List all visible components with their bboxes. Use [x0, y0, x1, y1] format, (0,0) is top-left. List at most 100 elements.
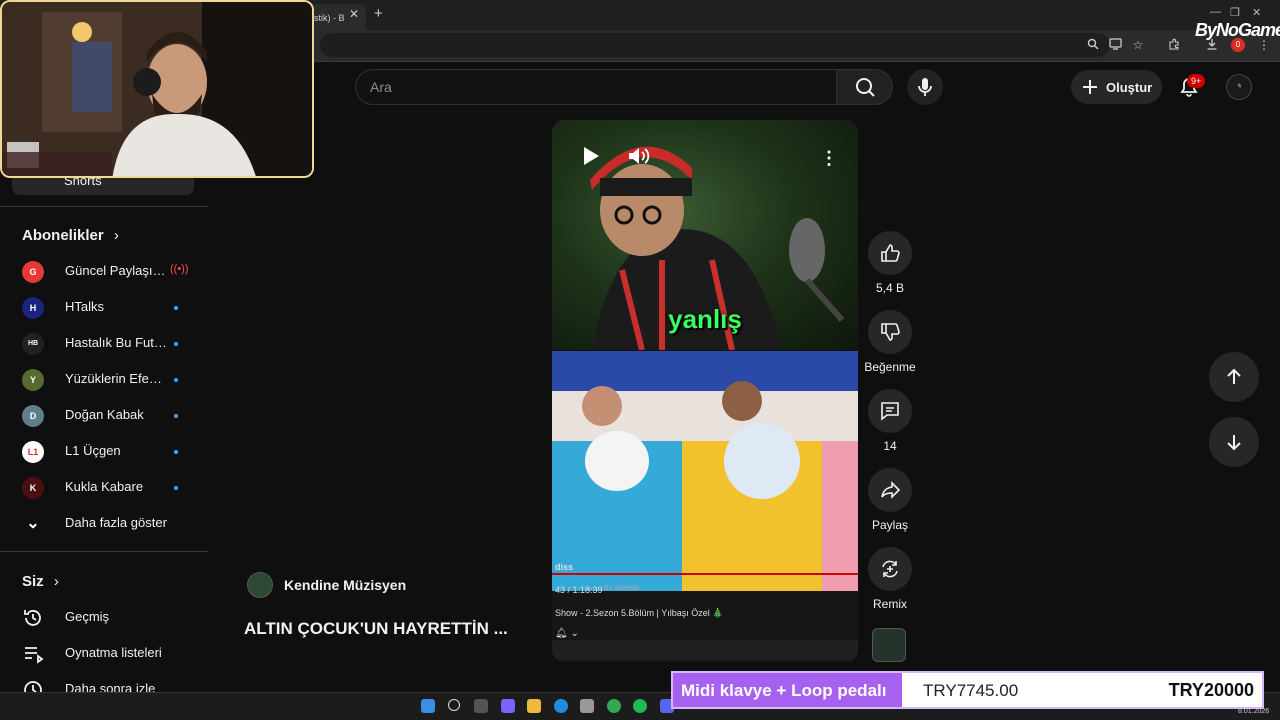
- remix-label: Remix: [872, 597, 907, 611]
- sidebar-item-label: Güncel Paylaşım...: [65, 263, 169, 278]
- embedded-title: Show - 2.Sezon 5.Bölüm | Yılbaşı Özel 🎄: [555, 608, 724, 618]
- maximize-icon[interactable]: ❐: [1230, 6, 1240, 19]
- task-view-icon[interactable]: [474, 699, 488, 713]
- embedded-progress-bar: [552, 573, 858, 575]
- live-icon: ((•)): [170, 263, 189, 275]
- you-heading[interactable]: Siz ›: [22, 573, 59, 590]
- sidebar-item-subscription[interactable]: L1 L1 Üçgen: [0, 433, 208, 469]
- close-tab-icon[interactable]: ✕: [349, 7, 359, 21]
- sidebar-item-subscription[interactable]: HB Hastalık Bu Futbol: [0, 325, 208, 361]
- address-bar[interactable]: [320, 33, 1110, 57]
- streamer-logo: ByNoGame: [1195, 20, 1280, 40]
- copilot-icon[interactable]: [501, 699, 515, 713]
- file-explorer-icon[interactable]: [527, 699, 541, 713]
- channel-avatar: D: [22, 405, 44, 427]
- screen: stik) - B ✕ + — ❐ ✕ ☆ 0 ⋮ ByNoGame Short…: [0, 0, 1280, 720]
- share-button[interactable]: Paylaş: [866, 468, 914, 532]
- show-more-button[interactable]: ⌄ Daha fazla göster: [0, 505, 208, 541]
- like-count: 5,4 B: [875, 281, 905, 295]
- more-options-icon[interactable]: ⋮: [820, 148, 838, 169]
- bookmark-star-icon[interactable]: ☆: [1131, 38, 1145, 52]
- dislike-label: Beğenme: [864, 360, 916, 374]
- edge-icon[interactable]: [554, 699, 568, 713]
- search-input[interactable]: [355, 69, 837, 105]
- sidebar-item-subscription[interactable]: D Doğan Kabak: [0, 397, 208, 433]
- start-icon[interactable]: [421, 699, 435, 713]
- play-icon: [584, 147, 599, 165]
- channel-avatar: HB: [22, 333, 44, 355]
- video-frame-bottom: diss 43 / 1:18:39 Bu videoda Show - 2.Se…: [552, 351, 858, 662]
- create-button[interactable]: Oluştur: [1071, 70, 1162, 104]
- embedded-taskbar: [552, 640, 858, 660]
- sidebar-item-label: Hastalık Bu Futbol: [65, 335, 169, 350]
- store-icon[interactable]: [580, 699, 594, 713]
- comments-button[interactable]: 14: [866, 389, 914, 453]
- search-button[interactable]: [836, 69, 893, 105]
- volume-button[interactable]: [628, 146, 650, 171]
- remix-icon: [882, 560, 898, 578]
- embedded-chip: Bu videoda: [604, 585, 640, 592]
- volume-icon: [629, 148, 650, 164]
- webcam-scene: [2, 2, 312, 176]
- donation-goal-label: Midi klavye + Loop pedalı: [673, 673, 902, 707]
- subscriptions-heading[interactable]: Abonelikler ›: [22, 227, 119, 244]
- new-content-dot: [174, 450, 178, 454]
- play-button[interactable]: [582, 146, 600, 171]
- sidebar-item-history[interactable]: Geçmiş: [0, 599, 208, 635]
- account-avatar[interactable]: ✎: [1226, 74, 1252, 100]
- channel-name[interactable]: Kendine Müzisyen: [284, 577, 406, 593]
- previous-short-button[interactable]: [1209, 352, 1259, 402]
- channel-avatar[interactable]: [247, 572, 273, 598]
- embedded-time: 43 / 1:18:39: [555, 585, 603, 595]
- next-short-button[interactable]: [1209, 417, 1259, 467]
- new-tab-button[interactable]: +: [374, 5, 383, 22]
- comment-count: 14: [883, 439, 897, 453]
- like-button[interactable]: 5,4 B: [866, 231, 914, 295]
- sidebar-item-label: L1 Üçgen: [65, 443, 121, 458]
- notification-count-badge: 9+: [1187, 74, 1206, 88]
- sound-thumbnail[interactable]: [872, 628, 906, 662]
- sidebar-item-label: Yüzüklerin Efend...: [65, 371, 169, 386]
- window-close-icon[interactable]: ✕: [1252, 6, 1261, 19]
- short-video-player[interactable]: yanlış diss 43 / 1:18:39 Bu videoda Show…: [552, 120, 858, 662]
- create-label: Oluştur: [1106, 80, 1153, 95]
- install-app-icon[interactable]: [1108, 38, 1122, 52]
- sidebar-item-label: Oynatma listeleri: [65, 645, 162, 660]
- channel-avatar: H: [22, 297, 44, 319]
- history-icon: [22, 607, 44, 629]
- sidebar-item-playlists[interactable]: Oynatma listeleri: [0, 635, 208, 671]
- embedded-tag: diss: [555, 562, 574, 572]
- new-content-dot: [174, 378, 178, 382]
- channel-avatar: L1: [22, 441, 44, 463]
- chevron-down-icon: ⌄: [26, 515, 40, 532]
- donation-current-amount: TRY7745.00: [923, 681, 1019, 700]
- plus-icon: [1083, 80, 1097, 94]
- remix-button[interactable]: Remix: [866, 547, 914, 611]
- sidebar-item-label: Doğan Kabak: [65, 407, 144, 422]
- zoom-icon[interactable]: [1086, 38, 1100, 52]
- voice-search-button[interactable]: [907, 69, 943, 105]
- short-title[interactable]: ALTIN ÇOCUK'UN HAYRETTİN ...: [244, 619, 508, 639]
- arrow-down-icon: [1227, 435, 1241, 451]
- share-icon: [881, 481, 901, 499]
- tab-title: stik) - B: [314, 13, 345, 23]
- chrome-icon[interactable]: [607, 699, 621, 713]
- playlists-icon: [22, 643, 44, 665]
- sidebar-item-subscription[interactable]: Y Yüzüklerin Efend...: [0, 361, 208, 397]
- extensions-icon[interactable]: [1167, 38, 1181, 52]
- share-label: Paylaş: [871, 518, 909, 532]
- sidebar-item-subscription[interactable]: G Güncel Paylaşım... ((•)): [0, 253, 208, 289]
- video-caption: yanlış: [668, 304, 742, 334]
- spotify-icon[interactable]: [633, 699, 647, 713]
- search-bar: [355, 69, 893, 105]
- dislike-button[interactable]: Beğenme: [860, 310, 920, 374]
- minimize-icon[interactable]: —: [1210, 6, 1221, 18]
- chevron-right-icon: ›: [53, 573, 59, 590]
- search-icon[interactable]: [448, 699, 460, 711]
- sidebar-item-subscription[interactable]: K Kukla Kabare: [0, 469, 208, 505]
- new-content-dot: [174, 342, 178, 346]
- sidebar-item-subscription[interactable]: H HTalks: [0, 289, 208, 325]
- channel-avatar: Y: [22, 369, 44, 391]
- donation-goal-amount: TRY20000: [1168, 680, 1254, 700]
- sidebar-item-label: HTalks: [65, 299, 105, 314]
